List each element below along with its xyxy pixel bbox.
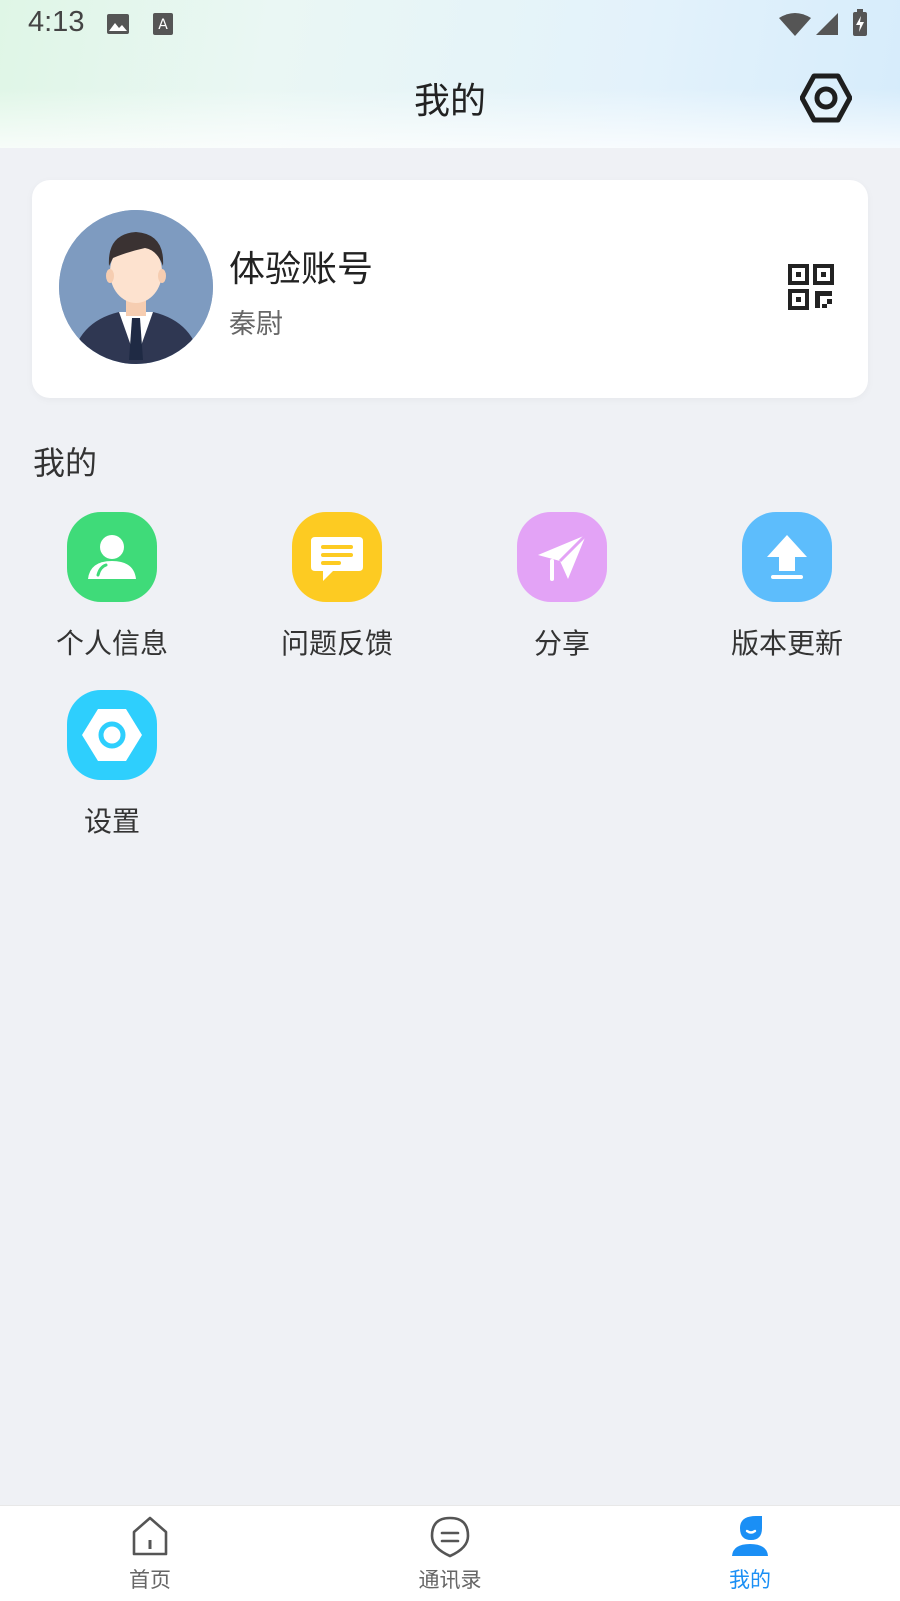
grid-label: 个人信息	[55, 627, 168, 660]
profile-name: 体验账号	[229, 249, 374, 290]
avatar	[59, 210, 213, 364]
profile-card[interactable]: 体验账号 秦尉	[32, 180, 868, 398]
message-icon	[292, 512, 382, 602]
wifi-icon	[779, 13, 811, 36]
hexagon-settings-icon	[67, 690, 157, 780]
nav-item-profile[interactable]: 我的	[600, 1506, 900, 1601]
nav-item-home[interactable]: 首页	[0, 1506, 300, 1601]
bottom-nav: 首页 通讯录 我的	[0, 1505, 900, 1601]
grid-label: 分享	[533, 627, 590, 660]
signal-icon	[816, 13, 838, 35]
grid-label: 版本更新	[730, 627, 843, 660]
nav-item-contacts[interactable]: 通讯录	[300, 1506, 600, 1601]
grid-item-share[interactable]: 分享	[462, 512, 662, 672]
contacts-icon	[430, 1516, 470, 1558]
svg-text:A: A	[158, 17, 168, 33]
paper-plane-icon	[517, 512, 607, 602]
grid-item-personal-info[interactable]: 个人信息	[12, 512, 212, 672]
text-a-icon: A	[153, 13, 173, 35]
avatar-image	[59, 210, 213, 364]
person-icon	[67, 512, 157, 602]
profile-subtitle: 秦尉	[229, 309, 283, 340]
status-time: 4:13	[28, 6, 85, 38]
section-title: 我的	[33, 444, 98, 482]
nav-label: 我的	[729, 1568, 771, 1592]
qr-code-icon[interactable]	[788, 264, 834, 310]
grid-label: 问题反馈	[280, 627, 393, 660]
grid-item-feedback[interactable]: 问题反馈	[237, 512, 437, 672]
home-icon	[132, 1516, 168, 1556]
image-icon	[107, 14, 129, 34]
battery-icon	[853, 9, 867, 36]
grid-label: 设置	[83, 805, 140, 838]
upload-icon	[742, 512, 832, 602]
grid-item-version-update[interactable]: 版本更新	[687, 512, 887, 672]
nav-label: 通讯录	[418, 1568, 482, 1592]
page-title: 我的	[413, 81, 486, 122]
profile-icon	[732, 1516, 768, 1556]
top-bar: 4:13 A 我的	[0, 0, 900, 148]
nav-label: 首页	[129, 1568, 171, 1592]
grid-item-settings[interactable]: 设置	[12, 690, 212, 850]
settings-icon[interactable]	[800, 72, 852, 124]
